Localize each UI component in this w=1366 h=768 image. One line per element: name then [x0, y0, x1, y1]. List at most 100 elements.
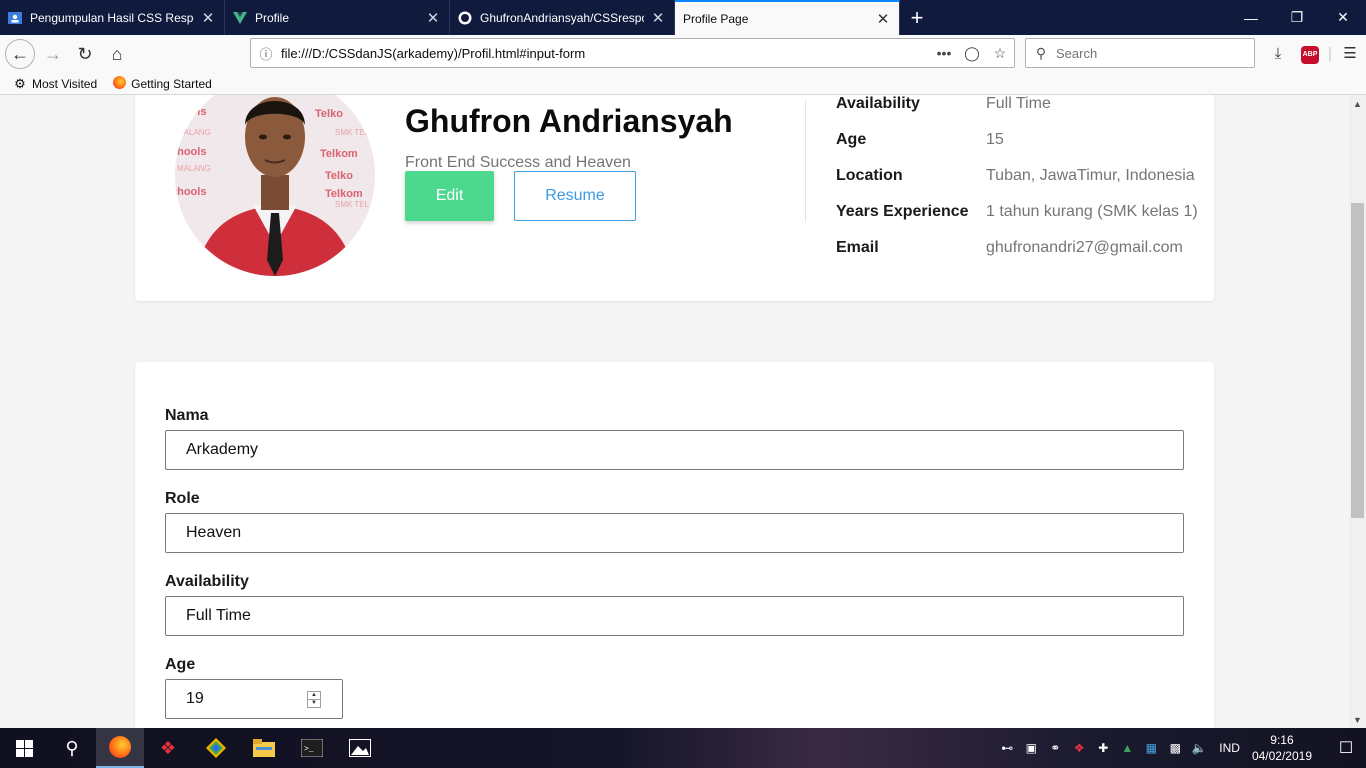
- tab-github[interactable]: GhufronAndriansyah/CSSrespo ✕: [450, 0, 675, 35]
- page-actions-icon[interactable]: •••: [930, 45, 958, 61]
- scroll-up-icon[interactable]: ▲: [1349, 95, 1366, 112]
- photos-icon[interactable]: [336, 728, 384, 768]
- windows-taskbar: ⚲ ❖ >_ ⊷ ▣ ⚭ ❖ ✚ ▲ ▦ ▩ 🔈 IND 9:16 04/02/…: [0, 728, 1366, 768]
- window-close-button[interactable]: ✕: [1320, 0, 1366, 35]
- new-tab-button[interactable]: +: [900, 0, 934, 35]
- drive-icon[interactable]: ▲: [1115, 741, 1139, 755]
- restore-button[interactable]: ❐: [1274, 0, 1320, 35]
- file-explorer-icon[interactable]: [240, 728, 288, 768]
- info-row-location: Location Tuban, JawaTimur, Indonesia: [836, 167, 1195, 187]
- search-bar[interactable]: ⚲ Search: [1025, 38, 1255, 68]
- info-key: Location: [836, 167, 903, 184]
- tab-label: GhufronAndriansyah/CSSrespo: [480, 10, 644, 25]
- bookmark-star-icon[interactable]: ☆: [986, 45, 1014, 62]
- profile-card: chools Telko chools Telkom chools Telkom Te…: [135, 95, 1214, 301]
- info-key: Years Experience: [836, 203, 969, 220]
- availability-label: Availability: [165, 573, 249, 590]
- availability-value: Full Time: [186, 607, 251, 624]
- reload-button[interactable]: ↻: [70, 39, 100, 69]
- svg-text:Telko: Telko: [325, 170, 353, 182]
- number-spinner[interactable]: ▲ ▼: [307, 691, 321, 708]
- notification-icon[interactable]: ☐: [1326, 738, 1366, 758]
- link-icon[interactable]: ⚭: [1043, 741, 1067, 755]
- role-input[interactable]: Heaven: [165, 513, 1184, 553]
- gear-icon: ⚙: [14, 75, 26, 91]
- close-icon[interactable]: ✕: [425, 10, 441, 27]
- garena-icon[interactable]: ❖: [144, 728, 192, 768]
- role-value: Heaven: [186, 524, 242, 541]
- page-scrollbar[interactable]: ▲ ▼: [1349, 95, 1366, 728]
- divider: |: [1328, 44, 1332, 62]
- pocket-icon[interactable]: ◯: [958, 45, 986, 62]
- resume-button[interactable]: Resume: [514, 171, 636, 221]
- app-tray-icon[interactable]: ▦: [1139, 741, 1163, 755]
- info-value: Tuban, JawaTimur, Indonesia: [986, 167, 1195, 184]
- bookmarks-toolbar: ⚙ Most Visited Getting Started: [0, 73, 1366, 95]
- search-icon[interactable]: ⚲: [48, 728, 96, 768]
- svg-text:chools: chools: [175, 106, 206, 118]
- tab-profile[interactable]: Profile ✕: [225, 0, 450, 35]
- age-label: Age: [165, 656, 196, 673]
- info-key: Availability: [836, 95, 920, 112]
- network-icon[interactable]: ▩: [1163, 741, 1187, 755]
- info-row-age: Age 15: [836, 131, 1004, 151]
- spin-down-icon[interactable]: ▼: [308, 699, 320, 707]
- home-button[interactable]: ⌂: [102, 39, 132, 69]
- info-icon[interactable]: ⓘ: [251, 44, 281, 63]
- info-key: Email: [836, 239, 879, 256]
- search-placeholder: Search: [1056, 45, 1098, 61]
- svg-text:MALANG: MALANG: [177, 164, 211, 173]
- bookmark-most-visited[interactable]: ⚙ Most Visited: [12, 76, 97, 92]
- garena-tray-icon[interactable]: ❖: [1067, 741, 1091, 755]
- tab-profile-page[interactable]: Profile Page ✕: [675, 0, 900, 35]
- edit-button[interactable]: Edit: [405, 171, 494, 221]
- scroll-down-icon[interactable]: ▼: [1349, 711, 1366, 728]
- language-indicator[interactable]: IND: [1219, 741, 1240, 755]
- window-controls: — ❐ ✕: [1228, 0, 1366, 35]
- scrollbar-thumb[interactable]: [1351, 203, 1364, 518]
- forward-button[interactable]: →: [38, 39, 68, 69]
- close-icon[interactable]: ✕: [875, 11, 891, 28]
- back-button[interactable]: ←: [5, 39, 35, 69]
- profile-role: Front End Success and Heaven: [405, 154, 631, 171]
- tab-label: Profile: [255, 10, 290, 25]
- minimize-button[interactable]: —: [1228, 0, 1274, 35]
- info-value: Full Time: [986, 95, 1051, 112]
- windows-start-icon[interactable]: [0, 728, 48, 768]
- download-icon[interactable]: ⤓: [1262, 45, 1294, 62]
- svg-text:MALANG: MALANG: [177, 128, 211, 137]
- bookmark-getting-started[interactable]: Getting Started: [111, 75, 212, 92]
- adblock-icon[interactable]: ABP: [1294, 43, 1326, 64]
- svg-text:chools: chools: [175, 146, 206, 158]
- volume-icon[interactable]: 🔈: [1187, 741, 1211, 755]
- svg-text:>_: >_: [304, 745, 314, 754]
- clock-date: 04/02/2019: [1251, 749, 1312, 763]
- age-input[interactable]: 19 ▲ ▼: [165, 679, 343, 719]
- info-value: 15: [986, 131, 1004, 148]
- profile-name: Ghufron Andriansyah: [405, 103, 733, 139]
- bookmark-label: Getting Started: [131, 76, 212, 91]
- svg-text:Telkom: Telkom: [320, 148, 358, 160]
- tab-pengumpulan[interactable]: Pengumpulan Hasil CSS Respon ✕: [0, 0, 225, 35]
- classroom-icon: [8, 11, 22, 25]
- wifi-icon[interactable]: ⊷: [995, 741, 1019, 755]
- menu-icon[interactable]: ☰: [1334, 44, 1366, 62]
- age-value: 19: [186, 690, 204, 707]
- close-icon[interactable]: ✕: [200, 10, 216, 27]
- nama-input[interactable]: Arkademy: [165, 430, 1184, 470]
- battery-icon[interactable]: ▣: [1019, 741, 1043, 755]
- close-icon[interactable]: ✕: [650, 10, 666, 27]
- toolbar-right: ⤓ ABP | ☰: [1262, 38, 1366, 68]
- tab-label: Profile Page: [683, 11, 749, 26]
- nama-value: Arkademy: [186, 441, 259, 458]
- clock[interactable]: 9:16 04/02/2019: [1252, 732, 1312, 764]
- firefox-taskbar-icon[interactable]: [96, 728, 144, 768]
- info-value: 1 tahun kurang (SMK kelas 1): [986, 203, 1198, 220]
- address-bar[interactable]: ⓘ file:///D:/CSSdanJS(arkademy)/Profil.h…: [250, 38, 1015, 68]
- sourcetree-icon[interactable]: [192, 728, 240, 768]
- info-key: Age: [836, 131, 867, 148]
- shield-icon[interactable]: ✚: [1091, 741, 1115, 755]
- terminal-icon[interactable]: >_: [288, 728, 336, 768]
- spin-up-icon[interactable]: ▲: [308, 692, 320, 699]
- availability-input[interactable]: Full Time: [165, 596, 1184, 636]
